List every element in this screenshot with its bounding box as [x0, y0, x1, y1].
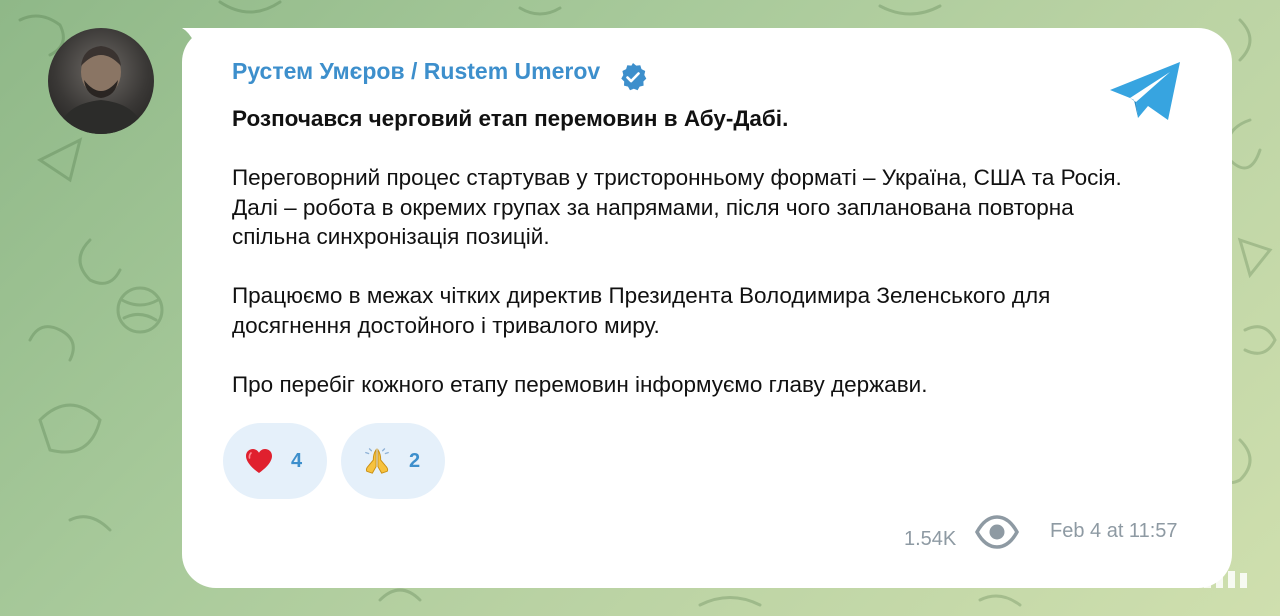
message-timestamp: Feb 4 at 11:57 — [1050, 520, 1178, 542]
avatar[interactable] — [48, 28, 154, 134]
message-text: Розпочався черговий етап перемовин в Абу… — [232, 104, 1132, 429]
folded-hands-icon — [363, 447, 391, 475]
avatar-photo — [58, 46, 144, 134]
message-headline: Розпочався черговий етап перемовин в Абу… — [232, 106, 789, 131]
verified-badge-icon — [621, 63, 647, 91]
message-bubble: Рустем Умєров / Rustem Umerov Розпочався… — [182, 28, 1232, 588]
reaction-count: 4 — [291, 449, 303, 472]
message-paragraph: Переговорний процес стартував у тристоро… — [232, 165, 1122, 249]
message-paragraph: Працюємо в межах чітких директив Президе… — [232, 283, 1051, 338]
message-paragraph: Про перебіг кожного етапу перемовин інфо… — [232, 371, 928, 397]
reaction-count: 2 — [409, 449, 421, 472]
red-heart-icon — [245, 447, 273, 475]
reaction-pray-button[interactable]: 2 — [341, 423, 445, 499]
sender-name[interactable]: Рустем Умєров / Rustem Umerov — [232, 58, 600, 85]
reaction-heart-button[interactable]: 4 — [223, 423, 327, 499]
watermark-bars-icon — [1144, 570, 1247, 588]
view-count: 1.54K — [904, 528, 957, 550]
eye-icon — [975, 515, 1019, 549]
